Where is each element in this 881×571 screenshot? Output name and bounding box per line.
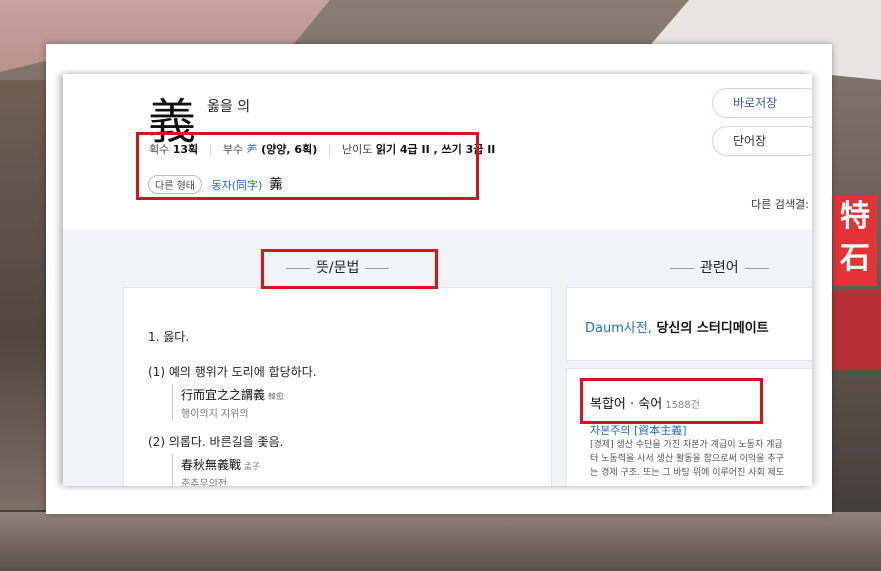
- definition-1: 1. 옳다.: [148, 330, 190, 344]
- description-line: 는 경제 구조. 또는 그 바탕 위에 이루어진 사회 제도: [590, 468, 785, 478]
- screenshot-card: 義 옳을 의 획수 13획 | 부수 ⺶ (양양, 6획) | 난이도 읽기 4…: [46, 44, 832, 514]
- title-dash: [670, 267, 694, 269]
- daum-brand: Daum사전,: [585, 321, 652, 336]
- example-1-reading: 행이의지 지위의: [181, 409, 249, 420]
- compound-entry-link[interactable]: 자본주의 [資本主義]: [590, 422, 687, 438]
- highlight-meaning-title-box: [261, 249, 438, 289]
- background-awning-right: [831, 290, 881, 370]
- background-stall-left: [0, 80, 48, 510]
- title-dash: [744, 267, 769, 269]
- background-sign-char: 石: [840, 241, 870, 276]
- example-1-hanja: 行而宜之之謂義: [181, 388, 266, 402]
- description-line: [경제] 생산 수단을 가진 자본가 계급이 노동자 계급: [590, 440, 783, 450]
- background-street: [0, 512, 881, 571]
- definition-1-2: (2) 의롭다. 바른길을 좇음.: [148, 435, 284, 449]
- description-line: 터 노동력을 사서 생산 활동을 함으로써 이익을 추구: [590, 454, 784, 464]
- background-sign: 特 石: [833, 196, 877, 286]
- meaning-panel: 1. 옳다. (1) 예의 행위가 도리에 합당하다. 行而宜之之謂義 韓愈 행이…: [123, 287, 552, 486]
- hanja-meaning: 옳을 의: [207, 99, 251, 115]
- other-search-results[interactable]: 다른 검색결:: [751, 196, 809, 212]
- example-2-reading: 춘추무의전: [181, 479, 227, 486]
- example-2-hanja: 春秋無義戰: [181, 458, 242, 472]
- highlight-meta-box: [136, 132, 479, 200]
- save-button[interactable]: 바로저장: [712, 88, 812, 118]
- example-2: 春秋無義戰 孟子 춘추무의전: [172, 454, 260, 486]
- daum-promo-text: Daum사전, 당신의 스터디메이트: [585, 317, 769, 336]
- background-sign-char: 特: [840, 199, 870, 234]
- example-1: 行而宜之之謂義 韓愈 행이의지 지위의: [172, 384, 284, 420]
- compound-entry-description: [경제] 생산 수단을 가진 자본가 계급이 노동자 계급 터 노동력을 사서 …: [590, 438, 812, 480]
- definition-1-1: (1) 예의 행위가 도리에 합당하다.: [148, 365, 317, 379]
- related-title-text: 관련어: [700, 260, 739, 276]
- example-1-source: 韓愈: [268, 392, 285, 401]
- highlight-compound-box: [580, 378, 763, 424]
- daum-promo-banner[interactable]: Daum사전, 당신의 스터디메이트: [566, 287, 812, 361]
- vocab-button[interactable]: 단어장: [712, 126, 812, 156]
- example-2-source: 孟子: [244, 462, 261, 471]
- related-section-title: 관련어: [664, 257, 775, 277]
- daum-tagline: 당신의 스터디메이트: [651, 321, 769, 336]
